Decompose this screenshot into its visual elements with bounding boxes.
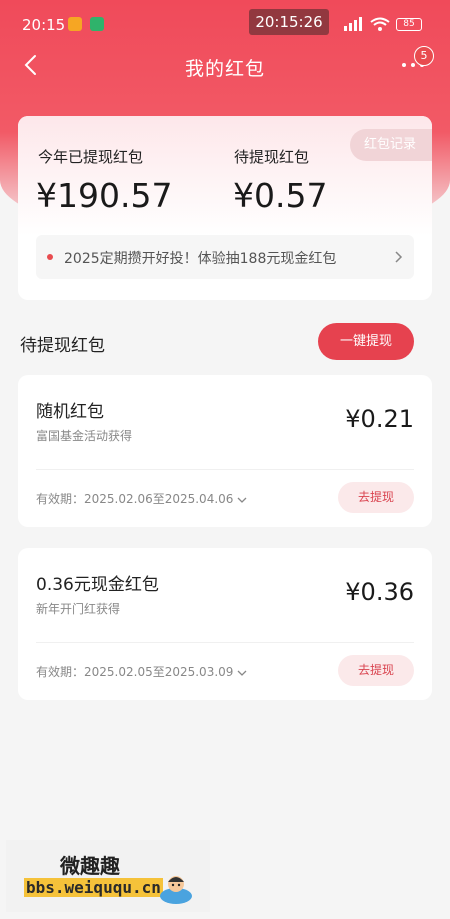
notification-shield-icon xyxy=(90,17,104,31)
envelope-amount: ¥0.36 xyxy=(345,578,414,606)
envelope-name: 随机红包 xyxy=(36,402,104,422)
envelope-card: 0.36元现金红包 新年开门红获得 ¥0.36 有效期：2025.02.05至2… xyxy=(18,548,432,700)
envelope-record-button[interactable]: 红包记录 xyxy=(350,129,432,161)
pending-amount: ¥0.57 xyxy=(233,176,328,215)
watermark-title: 微趣趣 xyxy=(60,854,120,878)
wifi-icon xyxy=(370,17,390,31)
validity-toggle[interactable]: 有效期：2025.02.06至2025.04.06 xyxy=(36,490,247,507)
promo-text: 2025定期攒开好投！体验抽188元现金红包 xyxy=(64,251,337,267)
overlay-clock: 20:15:26 xyxy=(249,9,329,35)
chevron-down-icon xyxy=(237,497,247,503)
signal-icon xyxy=(344,17,362,31)
withdraw-button[interactable]: 去提现 xyxy=(338,482,414,513)
envelope-card: 随机红包 富国基金活动获得 ¥0.21 有效期：2025.02.06至2025.… xyxy=(18,375,432,527)
withdraw-button[interactable]: 去提现 xyxy=(338,655,414,686)
divider xyxy=(36,469,414,470)
validity-text: 有效期：2025.02.05至2025.03.09 xyxy=(36,665,234,679)
section-title: 待提现红包 xyxy=(20,336,105,356)
envelope-source: 新年开门红获得 xyxy=(36,602,121,616)
chevron-right-icon xyxy=(395,251,403,263)
envelope-source: 富国基金活动获得 xyxy=(36,429,133,443)
withdrawn-amount: ¥190.57 xyxy=(36,176,173,215)
envelope-amount: ¥0.21 xyxy=(345,405,414,433)
promo-banner[interactable]: 2025定期攒开好投！体验抽188元现金红包 xyxy=(36,235,414,279)
battery-icon: 85 xyxy=(396,18,422,31)
watermark: 微趣趣 bbs.weiququ.cn xyxy=(6,840,210,912)
summary-card: 红包记录 今年已提现红包 待提现红包 ¥190.57 ¥0.57 2025定期攒… xyxy=(18,116,432,300)
notification-app-icon xyxy=(68,17,82,31)
chevron-down-icon xyxy=(237,670,247,676)
status-time: 20:15 xyxy=(22,16,66,34)
watermark-url: bbs.weiququ.cn xyxy=(24,878,163,897)
navigation-bar: 我的红包 5 xyxy=(0,46,450,86)
mascot-icon xyxy=(160,876,192,904)
withdrawn-label: 今年已提现红包 xyxy=(38,148,144,166)
envelope-name: 0.36元现金红包 xyxy=(36,575,159,595)
pending-label: 待提现红包 xyxy=(234,148,310,166)
validity-text: 有效期：2025.02.06至2025.04.06 xyxy=(36,492,234,506)
validity-toggle[interactable]: 有效期：2025.02.05至2025.03.09 xyxy=(36,663,247,680)
page-title: 我的红包 xyxy=(184,58,265,80)
divider xyxy=(36,642,414,643)
status-bar: 20:15 20:15:26 85 xyxy=(0,0,450,46)
message-count-badge: 5 xyxy=(414,46,434,66)
promo-dot-icon xyxy=(47,254,53,260)
withdraw-all-button[interactable]: 一键提现 xyxy=(318,323,414,360)
